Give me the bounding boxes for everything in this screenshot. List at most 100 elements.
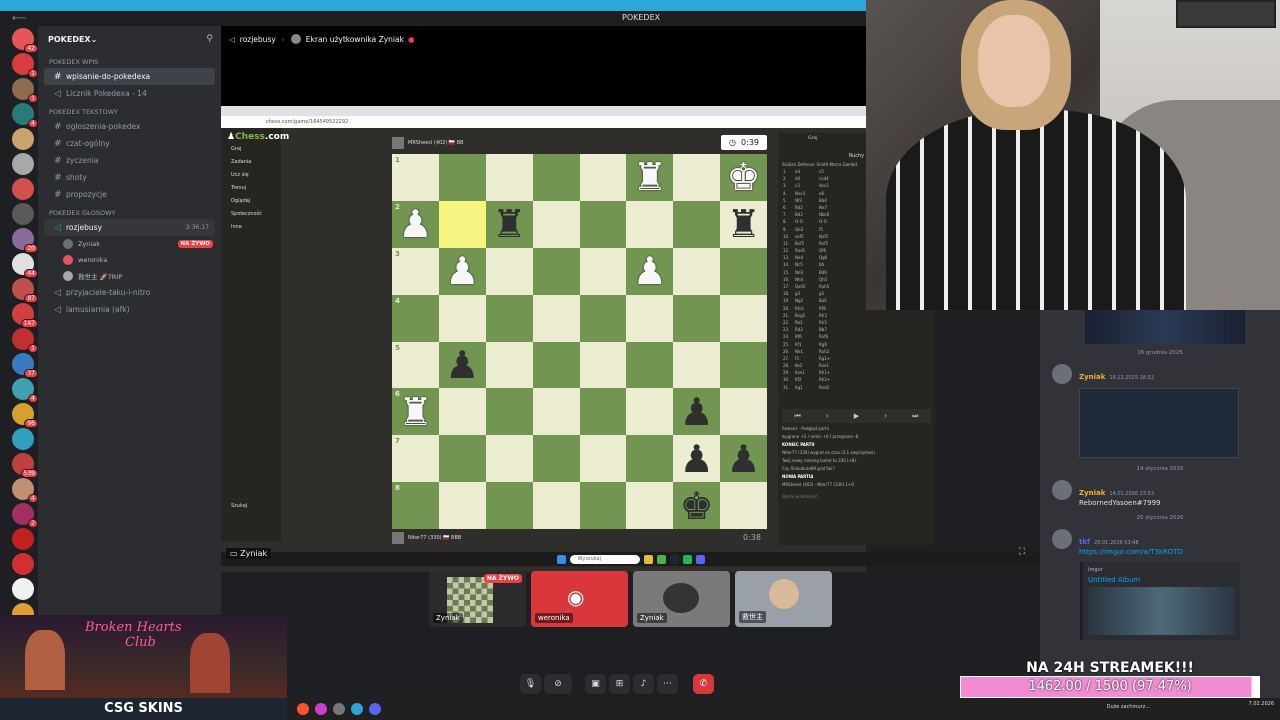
white-piece[interactable]: ♜ <box>626 154 673 201</box>
weather-widget[interactable]: Duże zachmurz... <box>1107 704 1150 710</box>
white-move[interactable]: Qxh5 <box>795 284 819 291</box>
white-move[interactable]: Kg1 <box>795 385 819 392</box>
white-move[interactable]: Ng2 <box>795 298 819 305</box>
server-icon[interactable]: 37 <box>12 353 38 378</box>
server-icon[interactable]: 2 <box>12 503 38 528</box>
white-move[interactable]: Nc5 <box>795 262 819 269</box>
white-move[interactable]: Ne4 <box>795 255 819 262</box>
white-move[interactable]: Nxc3 <box>795 191 819 198</box>
category-glosowy[interactable]: POKEDEX GŁOSOWY <box>38 203 221 219</box>
bottom-player-name[interactable]: Niter77 (330) 🇵🇱 BBB <box>408 535 461 541</box>
voice-user[interactable]: weronika <box>38 252 221 268</box>
server-icon[interactable]: 1 <box>12 53 38 78</box>
chess-nav-item[interactable]: Trenuj <box>221 181 281 194</box>
add-member-icon[interactable]: ⚲ <box>206 34 213 44</box>
white-move[interactable]: g3 <box>795 291 819 298</box>
white-piece[interactable]: ♟ <box>439 248 486 295</box>
chess-nav-item[interactable]: Oglądaj <box>221 194 281 207</box>
server-icon[interactable] <box>12 128 34 150</box>
text-channel[interactable]: # propozycje <box>44 186 215 203</box>
board-square[interactable] <box>579 247 627 295</box>
last-move-icon[interactable]: ⏭ <box>912 412 918 421</box>
white-move[interactable]: Rfe1 <box>795 306 819 313</box>
server-icon[interactable]: 42 <box>12 28 38 53</box>
board-square[interactable] <box>532 435 580 483</box>
channel-wpisanie[interactable]: # wpisanie-do-pokedexa <box>44 68 215 85</box>
white-move[interactable]: Qe2 <box>795 227 819 234</box>
black-move[interactable]: f5 <box>819 227 843 234</box>
server-icon[interactable] <box>12 578 34 600</box>
category-tekstowy[interactable]: POKEDEX Tekstowy <box>38 102 221 118</box>
black-move[interactable]: Rh3 <box>819 313 843 320</box>
black-move[interactable]: Ne7 <box>819 205 843 212</box>
board-square[interactable] <box>438 388 486 436</box>
embed-image[interactable] <box>1088 587 1235 635</box>
text-channel[interactable]: # czat-ogólny <box>44 135 215 152</box>
chess-nav-item[interactable]: Zadania <box>221 155 281 168</box>
board-square[interactable] <box>673 341 721 389</box>
chess-nav-item[interactable]: Społeczność <box>221 207 281 220</box>
white-move[interactable]: Bxg5 <box>795 313 819 320</box>
black-move[interactable]: Rg1+ <box>819 356 843 363</box>
board-square[interactable] <box>579 435 627 483</box>
board-square[interactable] <box>485 341 533 389</box>
browser-icon[interactable] <box>315 703 327 715</box>
white-piece[interactable]: ♟ <box>626 248 673 295</box>
black-move[interactable]: Nbc6 <box>819 212 843 219</box>
white-move[interactable]: Nd3 <box>795 270 819 277</box>
white-move[interactable]: Kxe1 <box>795 370 819 377</box>
board-square[interactable] <box>485 247 533 295</box>
soundboard-button[interactable]: ♪ <box>633 674 654 694</box>
server-icon[interactable]: 4 <box>12 378 38 403</box>
black-move[interactable]: Bd6 <box>819 270 843 277</box>
board-square[interactable] <box>720 294 767 342</box>
server-icon[interactable] <box>12 428 34 450</box>
board-square[interactable] <box>532 200 580 248</box>
avatar[interactable] <box>1052 480 1072 500</box>
black-piece[interactable]: ♟ <box>720 435 767 482</box>
black-move[interactable]: Rxe1 <box>819 363 843 370</box>
board-square[interactable] <box>485 388 533 436</box>
voice-user[interactable]: Zyniak NA ŻYWO <box>38 236 221 252</box>
black-piece[interactable]: ♟ <box>673 388 720 435</box>
server-icon[interactable] <box>12 553 34 575</box>
server-icon[interactable] <box>12 153 34 175</box>
white-move[interactable]: Bd3 <box>795 212 819 219</box>
white-move[interactable]: Rd2 <box>795 327 819 334</box>
server-icon[interactable] <box>12 203 34 225</box>
board-square[interactable] <box>626 294 674 342</box>
server-icon[interactable] <box>12 528 34 550</box>
camera-button[interactable]: ⊘ <box>544 674 572 694</box>
black-move[interactable]: g5 <box>819 291 843 298</box>
board-square[interactable] <box>720 341 767 389</box>
board-square[interactable] <box>485 435 533 483</box>
black-move[interactable]: dxc3 <box>819 183 843 190</box>
avatar[interactable] <box>1052 364 1072 384</box>
text-channel[interactable]: # shoty <box>44 169 215 186</box>
board-square[interactable] <box>532 294 580 342</box>
black-move[interactable]: Rxd2 <box>819 385 843 392</box>
board-square[interactable] <box>720 388 767 436</box>
back-arrow-icon[interactable]: ⟵ <box>12 13 26 24</box>
white-piece[interactable]: ♟ <box>392 201 439 248</box>
server-icon[interactable]: 4 <box>12 478 38 503</box>
board-square[interactable] <box>579 200 627 248</box>
black-move[interactable]: e6 <box>819 191 843 198</box>
voice-channel-rozjebusy[interactable]: ◁ rozjebusy 2:36:17 <box>44 219 215 236</box>
board-square[interactable] <box>626 388 674 436</box>
voice-channel[interactable]: ◁ przyjaciele-taku-i-nitro <box>44 284 215 301</box>
black-move[interactable]: Qf6 <box>819 248 843 255</box>
board-square[interactable] <box>438 294 486 342</box>
white-move[interactable]: d4 <box>795 176 819 183</box>
white-move[interactable]: f3 <box>795 356 819 363</box>
username[interactable]: Zyniak <box>1079 489 1105 497</box>
url-bar[interactable]: chess.com/game/164549522292 <box>221 116 866 128</box>
voice-channel[interactable]: ◁ lamusiarnia (afk) <box>44 301 215 318</box>
discord-taskbar-icon[interactable] <box>369 703 381 715</box>
embed-title[interactable]: Untitled Album <box>1088 576 1235 584</box>
black-move[interactable]: Bb7 <box>819 327 843 334</box>
board-square[interactable] <box>438 435 486 483</box>
white-move[interactable]: Nf3 <box>795 198 819 205</box>
image-attachment[interactable] <box>1079 388 1239 458</box>
board-square[interactable] <box>532 388 580 436</box>
